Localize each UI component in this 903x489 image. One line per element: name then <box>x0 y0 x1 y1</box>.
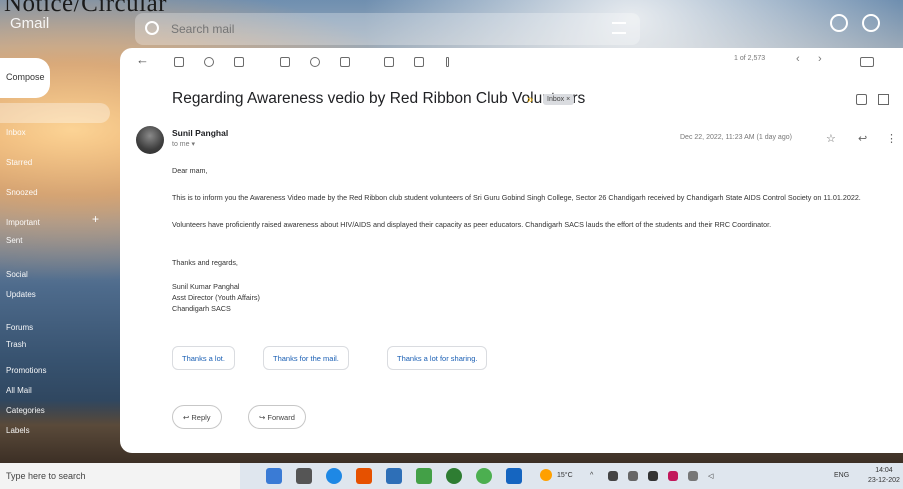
reply-button[interactable]: ↩ Reply <box>172 405 222 429</box>
email-paragraph: Volunteers have proficiently raised awar… <box>172 220 772 229</box>
open-new-window-icon[interactable] <box>878 94 889 105</box>
sidebar-item[interactable]: Sent <box>6 236 22 245</box>
more-vertical-icon[interactable]: ⋮ <box>886 132 897 145</box>
back-arrow-icon[interactable]: ← <box>136 52 149 67</box>
label-icon[interactable] <box>414 57 424 67</box>
email-closing: Thanks and regards, <box>172 258 238 267</box>
report-spam-icon[interactable] <box>204 57 214 67</box>
add-task-icon[interactable] <box>340 57 350 67</box>
sidebar-item[interactable]: Updates <box>6 290 36 299</box>
recipient-details[interactable]: to me ▾ <box>172 140 195 148</box>
archive-icon[interactable] <box>174 57 184 67</box>
search-icon[interactable] <box>145 21 159 35</box>
smart-reply-chip[interactable]: Thanks a lot for sharing. <box>387 346 488 370</box>
clock-time: 14:04 <box>875 467 893 474</box>
more-options-icon[interactable] <box>446 57 449 67</box>
important-marker-icon[interactable]: » <box>527 94 533 106</box>
signature-title: Asst Director (Youth Affairs) <box>172 293 260 302</box>
file-explorer-icon[interactable] <box>386 468 402 484</box>
help-icon[interactable] <box>830 14 848 32</box>
sidebar-item[interactable]: Important <box>6 218 40 227</box>
email-view-panel: ← 1 of 2,573 ‹ › Regarding Awareness ved… <box>120 48 903 453</box>
pager-prev-icon[interactable]: ‹ <box>796 53 800 65</box>
reply-icon[interactable]: ↩ <box>858 132 867 145</box>
edge-browser-icon[interactable] <box>326 468 342 484</box>
sidebar-item[interactable]: Social <box>6 270 28 279</box>
sender-name[interactable]: Sunil Panghal <box>172 128 228 138</box>
weather-temperature[interactable]: 15°C <box>557 472 573 479</box>
search-input[interactable] <box>171 20 571 38</box>
forward-button[interactable]: ↪ Forward <box>248 405 306 429</box>
search-options-icon[interactable] <box>612 22 626 34</box>
input-tools-icon[interactable] <box>860 57 874 67</box>
sidebar-item[interactable]: Inbox <box>6 128 26 137</box>
compose-button[interactable]: Compose <box>0 58 50 98</box>
taskbar-clock[interactable]: 14:04 23-12-202 <box>868 466 900 486</box>
sidebar: Compose Inbox Starred Snoozed Important … <box>0 48 120 463</box>
gmail-logo[interactable]: Gmail <box>10 15 49 32</box>
reply-label: Reply <box>191 413 211 422</box>
sidebar-item[interactable]: Labels <box>6 426 30 435</box>
smart-reply-chip[interactable]: Thanks a lot. <box>172 346 235 370</box>
pager-count: 1 of 2,573 <box>734 55 766 62</box>
input-language[interactable]: ENG <box>834 472 849 479</box>
smart-reply-chip[interactable]: Thanks for the mail. <box>263 346 349 370</box>
pager-next-icon[interactable]: › <box>818 53 822 65</box>
print-icon[interactable] <box>856 94 867 105</box>
mark-unread-icon[interactable] <box>280 57 290 67</box>
tray-chevron-icon[interactable]: ^ <box>590 472 593 479</box>
tray-icon[interactable] <box>608 471 618 481</box>
volume-icon[interactable]: ◁ <box>708 472 713 480</box>
email-paragraph: This is to inform you the Awareness Vide… <box>172 193 861 202</box>
clock-date: 23-12-202 <box>868 477 900 484</box>
email-toolbar: ← 1 of 2,573 ‹ › <box>120 48 903 76</box>
office-app-icon[interactable] <box>356 468 372 484</box>
windows-taskbar: Type here to search 15°C ^ ◁ ENG 14:04 2… <box>0 463 903 489</box>
forward-label: Forward <box>267 413 295 422</box>
task-view-icon[interactable] <box>266 468 282 484</box>
signature-org: Chandigarh SACS <box>172 304 231 313</box>
move-to-icon[interactable] <box>384 57 394 67</box>
sidebar-item[interactable]: Categories <box>6 406 45 415</box>
taskbar-search-text: Type here to search <box>6 471 86 481</box>
store-app-icon[interactable] <box>416 468 432 484</box>
taskbar-search-box[interactable]: Type here to search <box>0 463 240 489</box>
sidebar-item[interactable]: Trash <box>6 340 26 349</box>
inbox-label-badge[interactable]: Inbox × <box>543 94 575 105</box>
sidebar-item[interactable]: All Mail <box>6 386 32 395</box>
signature-name: Sunil Kumar Panghal <box>172 282 240 291</box>
sidebar-item[interactable]: Starred <box>6 158 32 167</box>
chrome-browser-icon[interactable] <box>476 468 492 484</box>
battery-icon[interactable] <box>648 471 658 481</box>
email-subject: Regarding Awareness vedio by Red Ribbon … <box>172 90 586 107</box>
create-label-icon[interactable]: + <box>92 212 99 226</box>
delete-icon[interactable] <box>234 57 244 67</box>
snooze-icon[interactable] <box>310 57 320 67</box>
email-greeting: Dear mam, <box>172 166 208 175</box>
whatsapp-icon[interactable] <box>446 468 462 484</box>
weather-icon[interactable] <box>540 469 552 481</box>
message-date: Dec 22, 2022, 11:23 AM (1 day ago) <box>680 134 792 141</box>
sidebar-item[interactable]: Promotions <box>6 366 46 375</box>
network-icon[interactable] <box>688 471 698 481</box>
tray-icon[interactable] <box>668 471 678 481</box>
sender-avatar[interactable] <box>136 126 164 154</box>
star-icon[interactable]: ☆ <box>826 132 836 145</box>
search-bar[interactable] <box>135 13 640 45</box>
tray-icon[interactable] <box>628 471 638 481</box>
settings-icon[interactable] <box>862 14 880 32</box>
sidebar-item[interactable]: Forums <box>6 323 33 332</box>
camera-app-icon[interactable] <box>296 468 312 484</box>
sidebar-item[interactable]: Snoozed <box>6 188 38 197</box>
mail-app-icon[interactable] <box>506 468 522 484</box>
sidebar-active-highlight <box>0 103 110 123</box>
